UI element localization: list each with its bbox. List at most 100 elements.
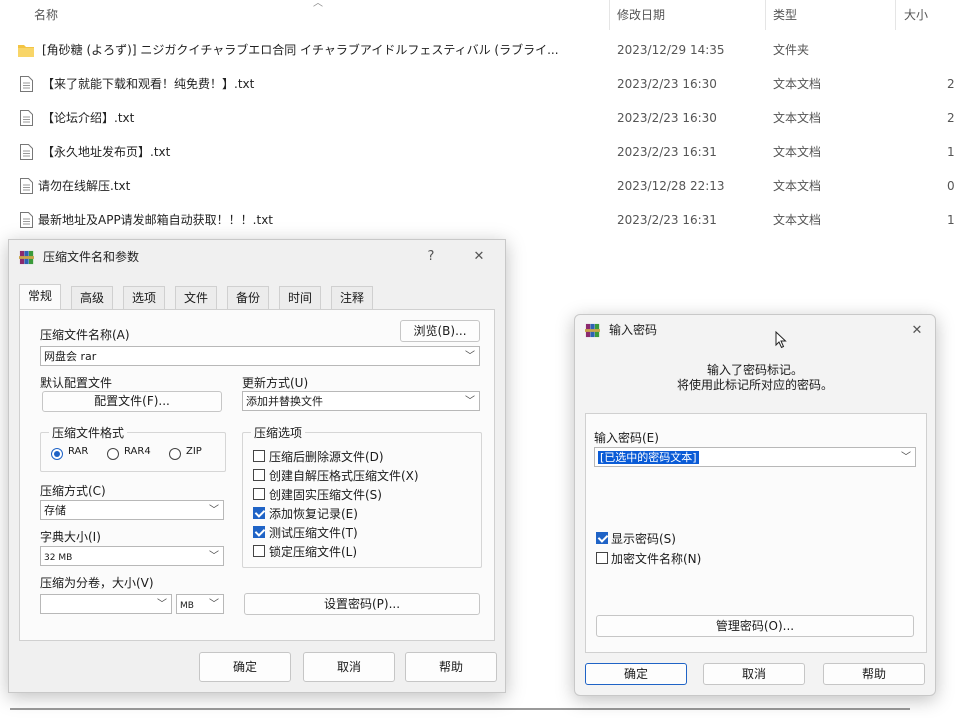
set-password-button[interactable]: 设置密码(P)... xyxy=(244,593,480,615)
archive-options-label: 压缩选项 xyxy=(251,424,306,441)
tab-files[interactable]: 文件 xyxy=(175,286,218,309)
chevron-down-icon[interactable]: ﹀ xyxy=(465,392,475,412)
file-size: 2 xyxy=(947,111,955,125)
help-button[interactable]: 帮助 xyxy=(405,652,497,682)
file-name: 请勿在线解压.txt xyxy=(38,179,131,193)
split-volume-size-select[interactable]: ﹀ xyxy=(40,594,172,614)
format-zip-radio[interactable] xyxy=(169,448,181,460)
solid-checkbox[interactable] xyxy=(253,488,265,500)
dialog-titlebar[interactable]: 压缩文件名和参数 ? ✕ xyxy=(9,242,505,272)
file-row[interactable]: 【来了就能下载和观看！纯免费！】.txt 2023/2/23 16:30 文本文… xyxy=(0,67,960,101)
chevron-down-icon[interactable]: ﹀ xyxy=(209,547,219,567)
archive-format-label: 压缩文件格式 xyxy=(49,424,128,441)
file-row[interactable]: 【永久地址发布页】.txt 2023/2/23 16:31 文本文档 1 xyxy=(0,135,960,169)
file-name: [角砂糖 (よろず)] ニジガクイチャラブエロ合同 イチャラブアイドルフェスティ… xyxy=(42,43,559,57)
delete-after-label: 压缩后删除源文件(D) xyxy=(269,450,384,464)
sort-arrow-icon: ︿ xyxy=(313,0,323,9)
file-date: 2023/2/23 16:30 xyxy=(617,111,717,125)
column-header-name[interactable]: 名称 xyxy=(34,0,58,30)
test-archive-checkbox[interactable] xyxy=(253,526,265,538)
horizontal-scrollbar[interactable] xyxy=(10,708,910,710)
cancel-button[interactable]: 取消 xyxy=(703,663,805,685)
winrar-icon xyxy=(19,250,34,265)
ok-button[interactable]: 确定 xyxy=(585,663,687,685)
help-button[interactable]: 帮助 xyxy=(823,663,925,685)
text-file-icon xyxy=(20,76,33,92)
close-icon[interactable]: ✕ xyxy=(903,316,931,346)
update-mode-value: 添加并替换文件 xyxy=(246,395,323,408)
archive-format-group: 压缩文件格式 RAR RAR4 ZIP xyxy=(40,424,226,472)
file-row[interactable]: [角砂糖 (よろず)] ニジガクイチャラブエロ合同 イチャラブアイドルフェスティ… xyxy=(0,33,960,67)
tab-advanced[interactable]: 高级 xyxy=(71,286,114,309)
file-type: 文本文档 xyxy=(773,111,822,125)
column-header-type[interactable]: 类型 xyxy=(773,0,797,30)
column-header-size[interactable]: 大小 xyxy=(904,0,928,30)
format-rar-radio[interactable] xyxy=(51,448,63,460)
sfx-label: 创建自解压格式压缩文件(X) xyxy=(269,469,419,483)
file-name: 【永久地址发布页】.txt xyxy=(42,145,171,159)
file-date: 2023/12/28 22:13 xyxy=(617,179,725,193)
password-value[interactable]: [已选中的密码文本] xyxy=(598,451,699,464)
browse-button[interactable]: 浏览(B)... xyxy=(400,320,480,342)
recovery-record-checkbox[interactable] xyxy=(253,507,265,519)
show-password-checkbox[interactable] xyxy=(596,532,608,544)
dialog-titlebar[interactable]: 输入密码 ✕ xyxy=(575,315,935,345)
solid-label: 创建固实压缩文件(S) xyxy=(269,488,382,502)
delete-after-checkbox[interactable] xyxy=(253,450,265,462)
file-type: 文本文档 xyxy=(773,179,822,193)
file-row[interactable]: 【论坛介绍】.txt 2023/2/23 16:30 文本文档 2 xyxy=(0,101,960,135)
column-divider[interactable] xyxy=(765,0,766,30)
chevron-down-icon[interactable]: ﹀ xyxy=(157,595,167,615)
format-zip-label: ZIP xyxy=(186,446,202,457)
encrypt-names-checkbox[interactable] xyxy=(596,552,608,564)
tab-backup[interactable]: 备份 xyxy=(227,286,270,309)
chevron-down-icon[interactable]: ﹀ xyxy=(465,347,475,367)
tab-time[interactable]: 时间 xyxy=(279,286,322,309)
chevron-down-icon[interactable]: ﹀ xyxy=(209,501,219,521)
lock-archive-checkbox[interactable] xyxy=(253,545,265,557)
password-input[interactable]: [已选中的密码文本] ﹀ xyxy=(594,447,916,467)
password-panel: 输入密码(E) [已选中的密码文本] ﹀ 显示密码(S) 加密文件名称(N) 管… xyxy=(585,413,927,653)
file-name: 最新地址及APP请发邮箱自动获取！！！.txt xyxy=(38,213,274,227)
file-name: 【论坛介绍】.txt xyxy=(42,111,135,125)
file-name: 【来了就能下载和观看！纯免费！】.txt xyxy=(42,77,255,91)
file-type: 文本文档 xyxy=(773,77,822,91)
column-divider[interactable] xyxy=(609,0,610,30)
manage-passwords-button[interactable]: 管理密码(O)... xyxy=(596,615,914,637)
sfx-checkbox[interactable] xyxy=(253,469,265,481)
file-row[interactable]: 最新地址及APP请发邮箱自动获取！！！.txt 2023/2/23 16:31 … xyxy=(0,203,960,237)
archive-settings-dialog: 压缩文件名和参数 ? ✕ 常规 高级 选项 文件 备份 时间 注释 压缩文件名称… xyxy=(8,239,506,693)
text-file-icon xyxy=(20,178,33,194)
ok-button[interactable]: 确定 xyxy=(199,652,291,682)
tab-general[interactable]: 常规 xyxy=(19,284,62,310)
split-unit-select[interactable]: MB ﹀ xyxy=(176,594,224,614)
chevron-down-icon[interactable]: ﹀ xyxy=(209,595,219,615)
dictionary-size-value: 32 MB xyxy=(44,553,73,563)
column-header-date[interactable]: 修改日期 xyxy=(617,0,665,30)
tab-options[interactable]: 选项 xyxy=(123,286,166,309)
cancel-button[interactable]: 取消 xyxy=(303,652,395,682)
lock-archive-label: 锁定压缩文件(L) xyxy=(269,545,358,559)
file-type: 文本文档 xyxy=(773,213,822,227)
format-rar-label: RAR xyxy=(68,446,89,457)
text-file-icon xyxy=(20,110,33,126)
profile-button[interactable]: 配置文件(F)... xyxy=(42,391,222,412)
password-message-2: 将使用此标记所对应的密码。 xyxy=(676,378,833,392)
compression-method-select[interactable]: 存储 ﹀ xyxy=(40,500,224,520)
compression-method-label: 压缩方式(C) xyxy=(40,484,106,498)
column-divider[interactable] xyxy=(895,0,896,30)
password-dialog: 输入密码 ✕ 输入了密码标记。 将使用此标记所对应的密码。 输入密码(E) [已… xyxy=(574,314,936,696)
profile-label: 默认配置文件 xyxy=(40,376,113,390)
file-type: 文本文档 xyxy=(773,145,822,159)
format-rar4-label: RAR4 xyxy=(124,446,151,457)
update-mode-select[interactable]: 添加并替换文件 ﹀ xyxy=(242,391,480,411)
close-icon[interactable]: ✕ xyxy=(465,242,493,272)
dictionary-size-select[interactable]: 32 MB ﹀ xyxy=(40,546,224,566)
file-row[interactable]: 请勿在线解压.txt 2023/12/28 22:13 文本文档 0 xyxy=(0,169,960,203)
format-rar4-radio[interactable] xyxy=(107,448,119,460)
tab-comment[interactable]: 注释 xyxy=(331,286,374,309)
chevron-down-icon[interactable]: ﹀ xyxy=(901,448,911,468)
archive-name-input[interactable]: 网盘会 rar ﹀ xyxy=(40,346,480,366)
help-button[interactable]: ? xyxy=(417,242,445,272)
dialog-title: 输入密码 xyxy=(609,323,658,337)
